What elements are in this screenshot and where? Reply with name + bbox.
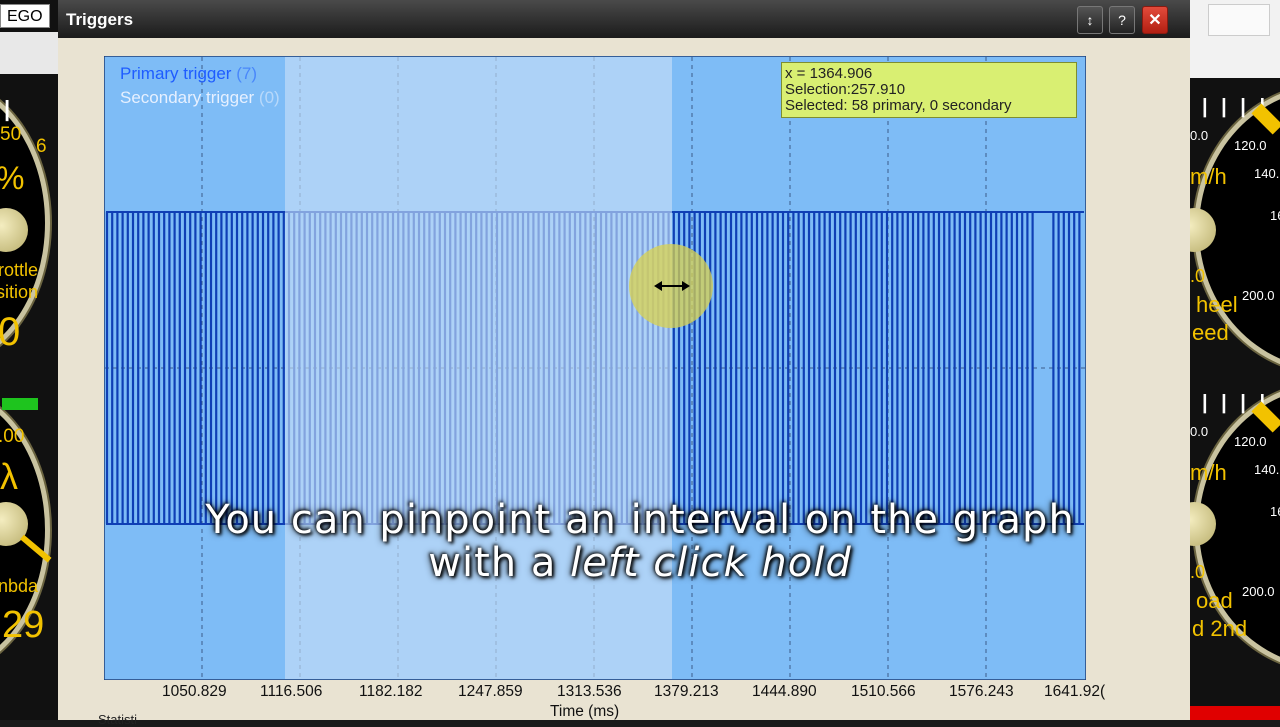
x-tick: 1576.243 xyxy=(949,683,1014,700)
gauge-label: oad xyxy=(1196,588,1233,613)
legend-primary: Primary trigger (7) xyxy=(120,64,257,84)
gauge-tick: .0 xyxy=(1190,266,1206,286)
subtitle-prefix: with a xyxy=(428,540,571,586)
gauge-tick: .00 xyxy=(0,426,25,447)
trigger-plot[interactable] xyxy=(104,56,1086,680)
legend-primary-count: (7) xyxy=(236,64,257,83)
gauge-label: eed xyxy=(1192,320,1229,345)
dashboard-strip xyxy=(1188,0,1280,78)
gauge-value: 0 xyxy=(0,310,21,354)
gauge-label: d 2nd xyxy=(1192,616,1248,641)
trigger-graph[interactable]: Primary trigger (7) Secondary trigger (0… xyxy=(104,56,1086,680)
gauge-unit: m/h xyxy=(1190,460,1227,485)
selected-count-readout: Selected: 58 primary, 0 secondary xyxy=(785,97,1012,114)
gauge-value: 29 xyxy=(2,604,45,646)
close-button[interactable]: ✕ xyxy=(1142,6,1168,34)
x-tick: 1379.213 xyxy=(654,683,719,700)
x-tick: 1510.566 xyxy=(851,683,916,700)
x-tick: 1182.182 xyxy=(359,683,423,700)
gauge-unit: m/h xyxy=(1190,164,1227,189)
gauge-tick: 120.0 xyxy=(1234,138,1267,153)
gauge-tick: 0.0 xyxy=(1190,128,1209,143)
gauge-tick: 6 xyxy=(36,136,47,157)
subtitle-emphasis: left click hold xyxy=(570,540,852,586)
x-axis-label: Time (ms) xyxy=(550,703,620,720)
subtitle-line-2: with a left click hold xyxy=(0,540,1280,586)
gauge-tick: 140. xyxy=(1254,166,1280,181)
gauge-label: rottle xyxy=(0,260,39,280)
gauge-tick: 16 xyxy=(1270,208,1280,223)
gauge-unit: % xyxy=(0,160,24,197)
help-button[interactable]: ? xyxy=(1109,6,1135,34)
legend-secondary-count: (0) xyxy=(258,88,280,107)
subtitle-line-1: You can pinpoint an interval on the grap… xyxy=(205,497,1075,543)
gauge-tick: 0.0 xyxy=(1190,424,1209,439)
selection-readout: Selection:257.910 xyxy=(785,81,906,98)
dashboard-right: | | | | 0.0 120.0 m/h 140. 16 .0 200.0 h… xyxy=(1188,0,1280,720)
legend-secondary-label: Secondary trigger xyxy=(120,88,255,107)
status-bar-red xyxy=(1188,706,1280,720)
legend-primary-label: Primary trigger xyxy=(120,64,232,83)
close-icon: ✕ xyxy=(1148,12,1162,29)
x-tick: 1641.92( xyxy=(1044,683,1106,700)
gauge-tick: 50 xyxy=(0,124,22,145)
gauge-tick: 140. xyxy=(1254,462,1280,477)
x-tick: 1116.506 xyxy=(260,683,323,700)
gauge-tick: 200.0 xyxy=(1242,584,1275,599)
cursor-x-readout: x = 1364.906 xyxy=(785,65,873,82)
gauge-tick: 120.0 xyxy=(1234,434,1267,449)
dashboard-left: EGO | 50 6 % rottle sition 0 .00 λ nbda … xyxy=(0,0,62,720)
ego-tab[interactable]: EGO xyxy=(0,4,50,28)
gauge-tick: 200.0 xyxy=(1242,288,1275,303)
x-tick: 1313.536 xyxy=(557,683,622,700)
resize-icon: ↕ xyxy=(1086,12,1094,28)
x-tick: 1247.859 xyxy=(458,683,523,700)
legend-secondary: Secondary trigger (0) xyxy=(120,88,280,108)
dashboard-strip xyxy=(0,32,62,74)
gauge-needle-mark: | xyxy=(4,96,11,121)
gauge-unit: λ xyxy=(0,456,18,497)
gauge-green-band xyxy=(2,398,38,410)
help-icon: ? xyxy=(1118,12,1126,28)
window-titlebar[interactable]: Triggers ↕ ? ✕ xyxy=(58,0,1190,38)
selection-info-box: x = 1364.906 Selection:257.910 Selected:… xyxy=(781,62,1077,118)
x-tick: 1444.890 xyxy=(752,683,817,700)
x-tick: 1050.829 xyxy=(162,683,227,700)
resize-button[interactable]: ↕ xyxy=(1077,6,1103,34)
gauge-label: sition xyxy=(0,282,39,302)
gauge-label: heel xyxy=(1196,292,1238,317)
window-title: Triggers xyxy=(66,10,134,29)
